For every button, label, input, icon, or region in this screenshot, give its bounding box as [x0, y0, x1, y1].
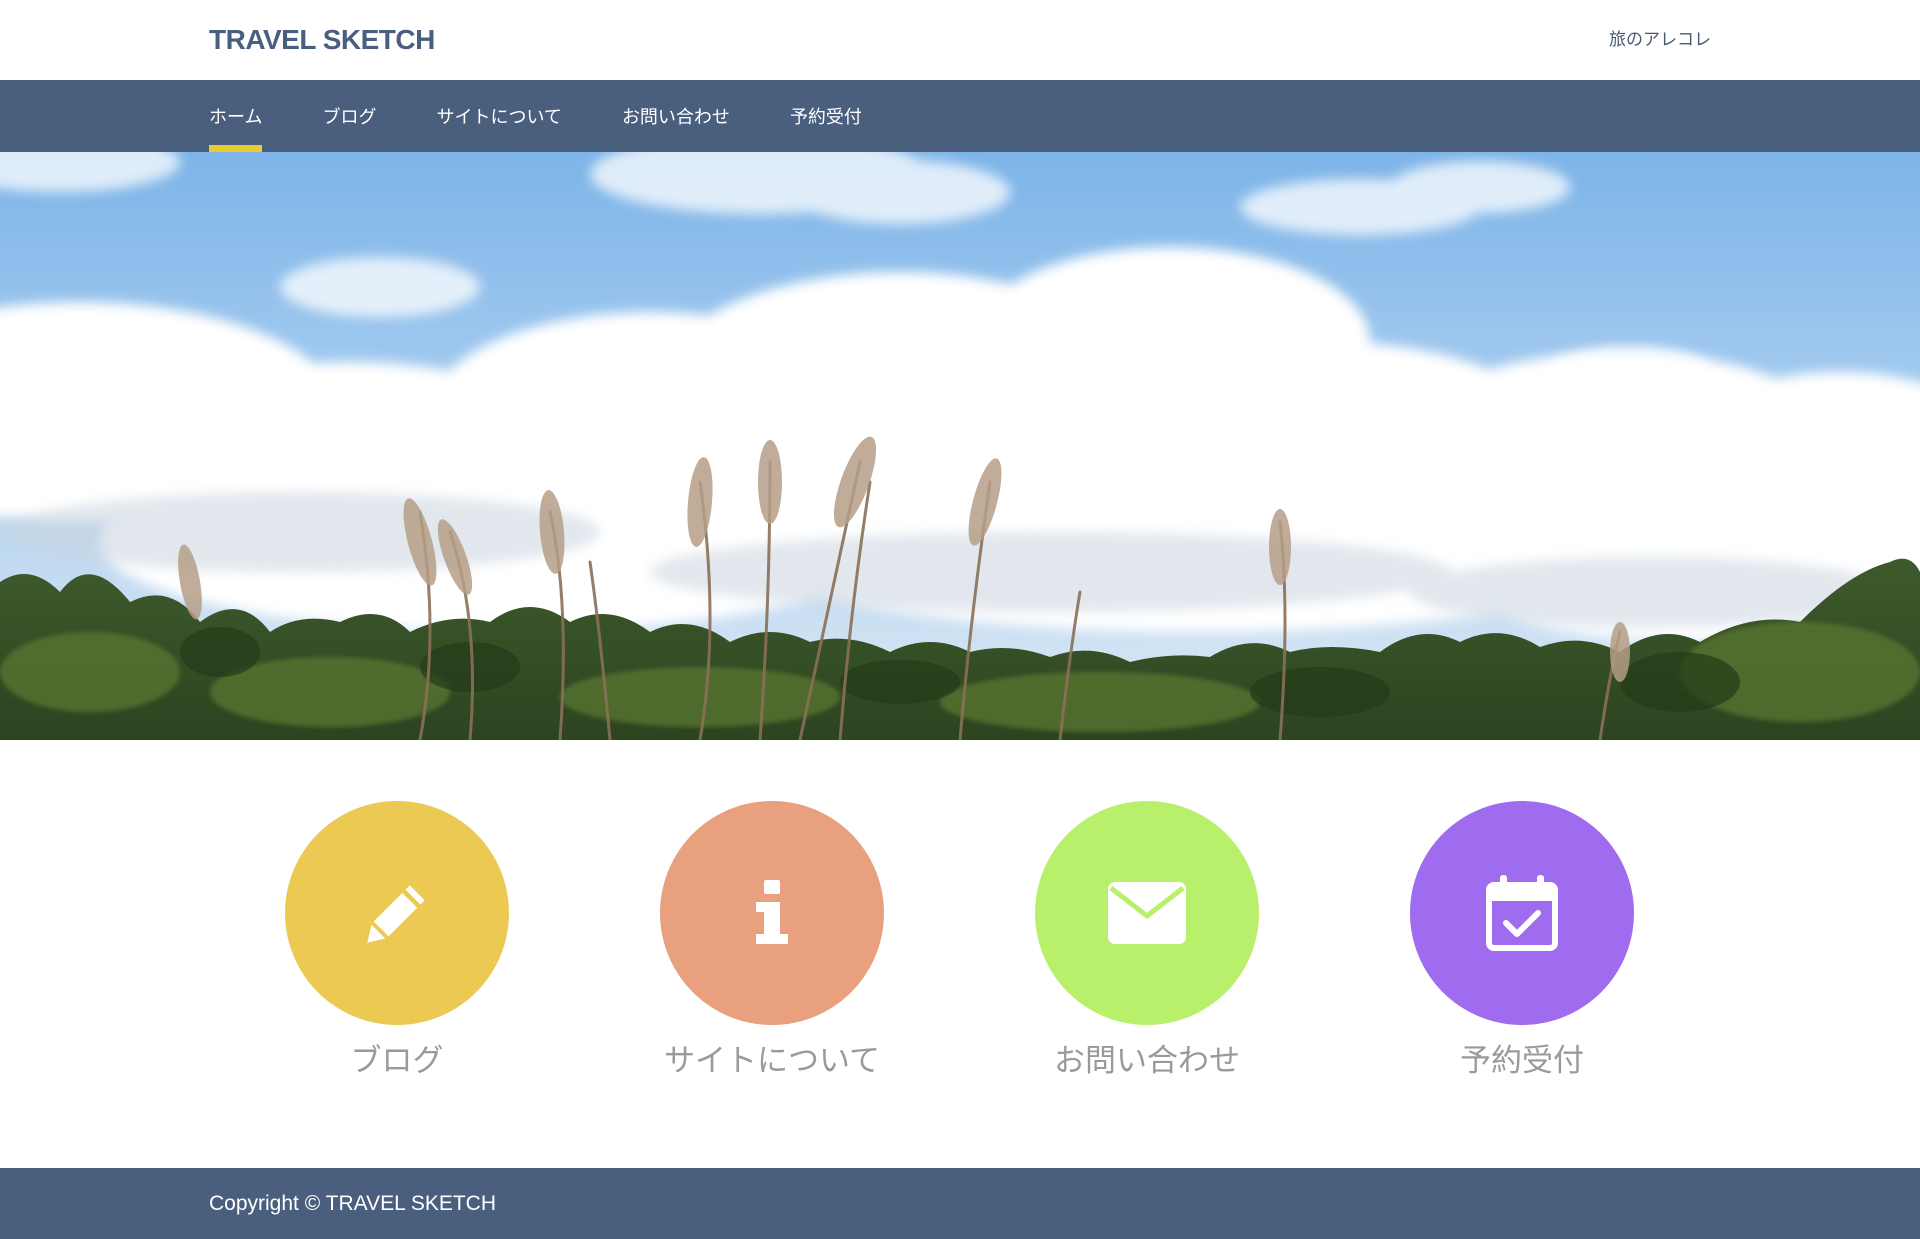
site-footer: Copyright © TRAVEL SKETCH: [0, 1168, 1920, 1239]
feature-reservation-circle[interactable]: [1410, 801, 1634, 1025]
feature-blog-link[interactable]: ブログ: [247, 801, 547, 1101]
copyright-text: Copyright © TRAVEL SKETCH: [209, 1192, 497, 1215]
calendar-check-icon: [1486, 875, 1558, 951]
info-icon: [756, 880, 788, 944]
envelope-icon: [1108, 882, 1186, 944]
feature-reservation-link[interactable]: 予約受付: [1372, 801, 1672, 1101]
feature-about-link[interactable]: サイトについて: [622, 801, 922, 1101]
feature-contact-circle[interactable]: [1035, 801, 1259, 1025]
main-nav: ホーム ブログ サイトについて お問い合わせ 予約受付: [0, 80, 1920, 152]
feature-blog-circle[interactable]: [285, 801, 509, 1025]
hero-landscape-illustration: [0, 152, 1920, 740]
feature-blog-label[interactable]: ブログ: [247, 1039, 547, 1083]
nav-item-blog[interactable]: ブログ: [322, 80, 376, 152]
feature-about-circle[interactable]: [660, 801, 884, 1025]
nav-item-about[interactable]: サイトについて: [436, 80, 561, 152]
site-header: TRAVEL SKETCH 旅のアレコレ: [0, 0, 1920, 80]
site-logo[interactable]: TRAVEL SKETCH: [209, 22, 435, 58]
feature-contact-link[interactable]: お問い合わせ: [997, 801, 1297, 1101]
nav-item-home[interactable]: ホーム: [209, 80, 263, 152]
nav-item-reservation[interactable]: 予約受付: [790, 80, 862, 152]
hero-image: [0, 152, 1920, 740]
nav-item-contact[interactable]: お問い合わせ: [622, 80, 730, 152]
site-tagline: 旅のアレコレ: [1609, 30, 1711, 50]
feature-links: ブログ サイトについて お問い合わせ 予約受付: [0, 740, 1920, 1168]
nav-list: ホーム ブログ サイトについて お問い合わせ 予約受付: [209, 80, 922, 152]
pencil-icon: [367, 885, 425, 943]
feature-contact-label[interactable]: お問い合わせ: [997, 1039, 1297, 1083]
feature-reservation-label[interactable]: 予約受付: [1372, 1039, 1672, 1083]
feature-about-label[interactable]: サイトについて: [622, 1039, 922, 1083]
